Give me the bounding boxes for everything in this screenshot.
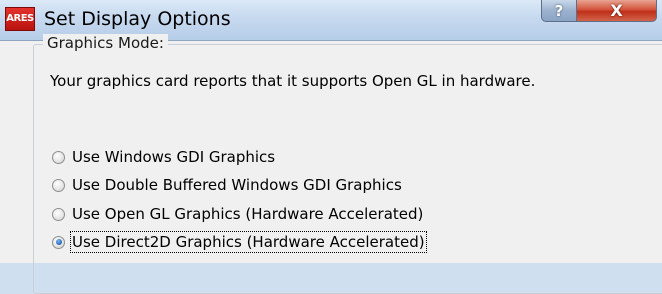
radio-label[interactable]: Use Direct2D Graphics (Hardware Accelera… [70, 231, 427, 253]
radio-option-double-buffered-gdi[interactable]: Use Double Buffered Windows GDI Graphics [52, 176, 402, 194]
radio-option-open-gl[interactable]: Use Open GL Graphics (Hardware Accelerat… [52, 205, 423, 223]
ares-app-icon[interactable]: ARES [5, 7, 35, 31]
radio-button[interactable] [52, 150, 65, 164]
radio-label[interactable]: Use Open GL Graphics (Hardware Accelerat… [72, 205, 423, 223]
caption-buttons: ? X [541, 0, 657, 22]
radio-button[interactable] [52, 178, 65, 192]
radio-button-selected[interactable] [52, 235, 65, 249]
window-title: Set Display Options [44, 8, 231, 30]
help-button[interactable]: ? [541, 0, 577, 22]
graphics-support-info: Your graphics card reports that it suppo… [50, 72, 536, 90]
graphics-mode-label: Graphics Mode: [43, 34, 168, 52]
radio-label[interactable]: Use Windows GDI Graphics [72, 148, 275, 166]
close-icon: X [610, 1, 623, 20]
radio-option-gdi[interactable]: Use Windows GDI Graphics [52, 148, 275, 166]
radio-label[interactable]: Use Double Buffered Windows GDI Graphics [72, 176, 402, 194]
radio-button[interactable] [52, 207, 65, 221]
help-icon: ? [554, 1, 564, 20]
close-button[interactable]: X [577, 0, 657, 22]
radio-option-direct2d[interactable]: Use Direct2D Graphics (Hardware Accelera… [52, 231, 427, 253]
